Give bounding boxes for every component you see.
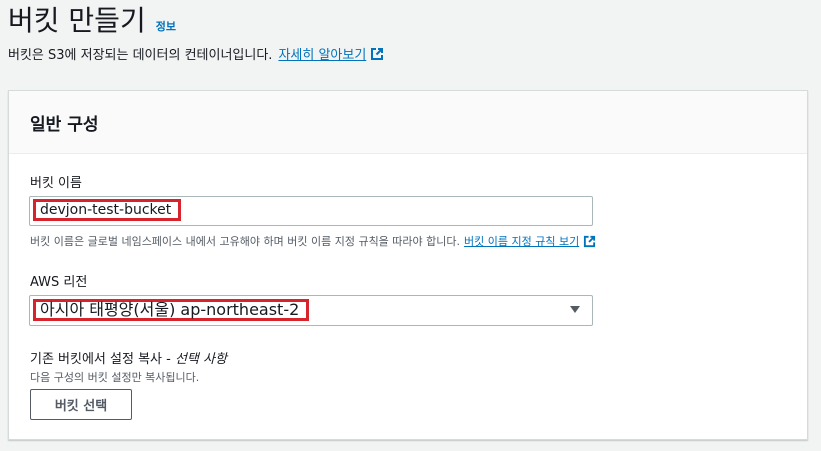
learn-more-link[interactable]: 자세히 알아보기 — [278, 44, 366, 63]
copy-settings-hint: 다음 구성의 버킷 설정만 복사됩니다. — [30, 371, 200, 384]
aws-region-select[interactable]: 아시아 태평양(서울) ap-northeast-2 — [29, 295, 593, 326]
panel-header: 일반 구성 — [9, 91, 807, 154]
bucket-name-input[interactable]: devjon-test-bucket — [29, 196, 593, 226]
bucket-name-hint-text: 버킷 이름은 글로벌 네임스페이스 내에서 고유해야 하며 버킷 이름 지정 규… — [30, 235, 461, 248]
choose-bucket-button[interactable]: 버킷 선택 — [30, 389, 132, 420]
external-link-icon[interactable] — [370, 47, 384, 61]
bucket-name-label: 버킷 이름 — [30, 176, 82, 191]
bucket-name-hint: 버킷 이름은 글로벌 네임스페이스 내에서 고유해야 하며 버킷 이름 지정 규… — [30, 233, 596, 249]
aws-region-label: AWS 리전 — [30, 275, 88, 290]
caret-down-icon — [570, 306, 580, 313]
naming-rules-link[interactable]: 버킷 이름 지정 규칙 보기 — [464, 233, 579, 249]
external-link-icon[interactable] — [583, 235, 596, 248]
aws-region-value: 아시아 태평양(서울) ap-northeast-2 — [33, 299, 310, 321]
panel-title: 일반 구성 — [30, 114, 99, 135]
page-description: 버킷은 S3에 저장되는 데이터의 컨테이너입니다. 자세히 알아보기 — [8, 44, 384, 63]
copy-settings-label: 기존 버킷에서 설정 복사 - 선택 사항 — [30, 348, 227, 367]
general-configuration-panel: 일반 구성 버킷 이름 devjon-test-bucket 버킷 이름은 글로… — [8, 90, 808, 440]
page-header: 버킷 만들기 정보 버킷은 S3에 저장되는 데이터의 컨테이너입니다. 자세히… — [8, 0, 384, 63]
description-text: 버킷은 S3에 저장되는 데이터의 컨테이너입니다. — [8, 48, 273, 63]
copy-settings-label-text: 기존 버킷에서 설정 복사 - — [30, 352, 175, 367]
info-link[interactable]: 정보 — [156, 18, 176, 34]
page-title: 버킷 만들기 — [8, 4, 146, 37]
title-row: 버킷 만들기 정보 — [8, 0, 384, 42]
bucket-name-value: devjon-test-bucket — [33, 199, 182, 221]
optional-label: 선택 사항 — [174, 352, 227, 367]
